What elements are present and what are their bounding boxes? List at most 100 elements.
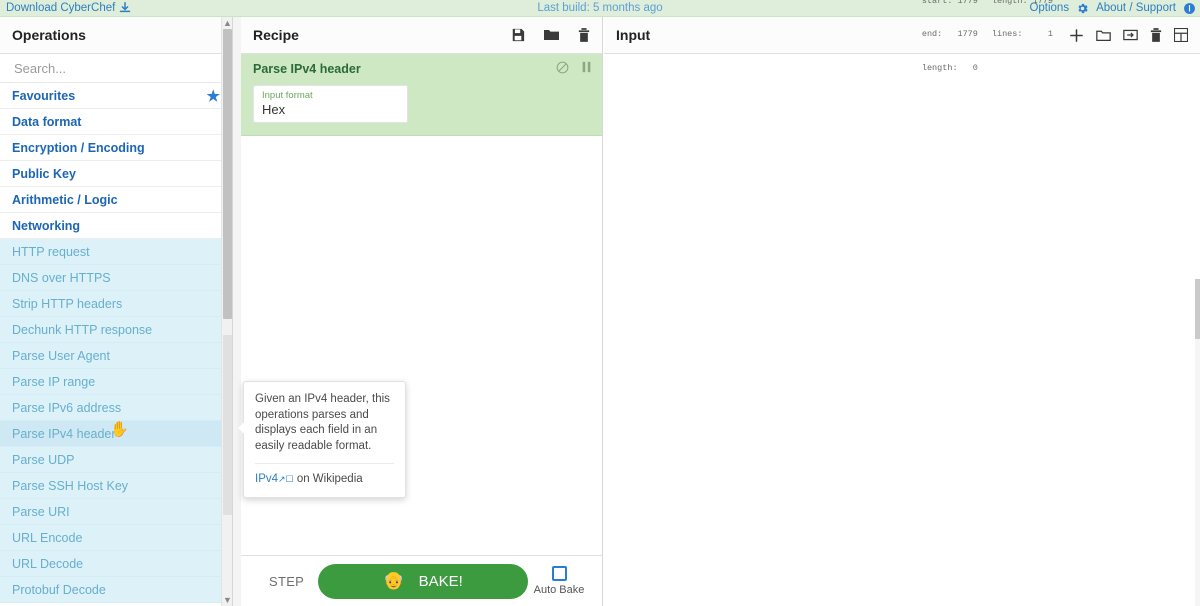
clear-icon[interactable] xyxy=(1150,28,1162,42)
info-icon[interactable] xyxy=(1183,2,1196,15)
disable-icon[interactable] xyxy=(556,61,569,74)
favourites-label: Favourites xyxy=(12,88,76,103)
operation-parse-user-agent[interactable]: Parse User Agent xyxy=(0,343,232,369)
operation-label: Parse IPv4 header xyxy=(12,426,116,441)
cyberchef-app: Download CyberChef Last build: 5 months … xyxy=(0,0,1200,606)
scrollbar-thumb-secondary[interactable] xyxy=(223,335,232,515)
operation-protobuf-decode[interactable]: Protobuf Decode xyxy=(0,577,232,603)
operations-title: Operations xyxy=(0,17,232,54)
operation-url-decode[interactable]: URL Decode xyxy=(0,551,232,577)
scroll-up-icon[interactable]: ▲ xyxy=(222,17,233,29)
operation-label: Dechunk HTTP response xyxy=(12,322,153,337)
operation-parse-ip-range[interactable]: Parse IP range xyxy=(0,369,232,395)
operation-parse-uri[interactable]: Parse URI xyxy=(0,499,232,525)
operation-label: HTTP request xyxy=(12,244,90,259)
operation-label: Parse IP range xyxy=(12,374,96,389)
open-as-input-icon[interactable] xyxy=(1123,28,1138,42)
length-label: length: xyxy=(991,0,1028,6)
recipe-panel: Recipe Parse IPv4 header Input format He… xyxy=(241,17,603,606)
sidebar-item-public-key[interactable]: Public Key xyxy=(0,161,232,187)
pause-icon[interactable] xyxy=(581,61,592,74)
input-title: Input xyxy=(616,27,651,43)
lines-value: 1 xyxy=(1047,29,1053,40)
about-support-link[interactable]: About / Support xyxy=(1096,2,1176,14)
star-icon: ★ xyxy=(206,87,220,105)
operation-label: Parse UDP xyxy=(12,452,75,467)
start-value: 1779 xyxy=(957,0,978,6)
operation-label: DNS over HTTPS xyxy=(12,270,111,285)
io-panel: Input start: 1779 end: 1779 length: 0 lengt… xyxy=(604,0,1200,606)
operation-label: Strip HTTP headers xyxy=(12,296,123,311)
tooltip-divider xyxy=(255,463,394,465)
sidebar-item-encryption-encoding[interactable]: Encryption / Encoding xyxy=(0,135,232,161)
input-format-value[interactable]: Hex xyxy=(262,102,399,117)
auto-bake-control[interactable]: Auto Bake xyxy=(528,566,590,596)
recipe-title: Recipe xyxy=(253,27,299,43)
operation-label: Parse User Agent xyxy=(12,348,110,363)
operation-label: URL Encode xyxy=(12,530,83,545)
operation-parse-ipv6-address[interactable]: Parse IPv6 address xyxy=(0,395,232,421)
operation-http-request[interactable]: HTTP request xyxy=(0,239,232,265)
sel-length-label: length: xyxy=(921,63,958,74)
operation-parse-ssh-host-key[interactable]: Parse SSH Host Key xyxy=(0,473,232,499)
operation-tooltip: Given an IPv4 header, this operations pa… xyxy=(238,381,406,498)
scrollbar-thumb[interactable] xyxy=(1195,279,1200,339)
category-label: Arithmetic / Logic xyxy=(12,192,118,207)
input-toolbar xyxy=(1069,28,1188,43)
input-size-meta: length: 1779 lines: 1 xyxy=(992,0,1053,97)
operation-dns-over-https[interactable]: DNS over HTTPS xyxy=(0,265,232,291)
output-vertical-scrollbar[interactable] xyxy=(1195,279,1200,606)
sidebar-item-networking[interactable]: Networking xyxy=(0,213,232,239)
sel-length-value: 0 xyxy=(972,63,978,74)
step-button[interactable]: STEP xyxy=(253,574,318,589)
reset-layout-icon[interactable] xyxy=(1174,28,1188,42)
input-meta: start: 1779 end: 1779 length: 0 length: 1779… xyxy=(922,0,1053,97)
operation-url-encode[interactable]: URL Encode xyxy=(0,525,232,551)
auto-bake-label: Auto Bake xyxy=(533,584,585,596)
folder-icon[interactable] xyxy=(544,28,559,42)
operation-parse-ipv4-header[interactable]: Parse IPv4 header xyxy=(0,421,232,447)
end-label: end: xyxy=(921,29,943,40)
lines-label: lines: xyxy=(991,29,1023,40)
search-row[interactable] xyxy=(0,54,232,83)
bake-button-label: BAKE! xyxy=(418,572,463,590)
recipe-operation-parse-ipv4-header[interactable]: Parse IPv4 header Input format Hex xyxy=(241,54,602,136)
scrollbar-thumb[interactable] xyxy=(223,29,232,319)
bake-button[interactable]: 👴 BAKE! xyxy=(318,563,528,599)
splitter-operations-recipe[interactable] xyxy=(233,17,241,606)
start-label: start: xyxy=(921,0,953,6)
sidebar-item-data-format[interactable]: Data format xyxy=(0,109,232,135)
category-label: Networking xyxy=(12,218,81,233)
chef-icon: 👴 xyxy=(383,571,405,590)
operations-scrollbar[interactable]: ▲ ▼ xyxy=(221,17,232,606)
input-format-field[interactable]: Input format Hex xyxy=(253,85,408,123)
search-input[interactable] xyxy=(12,59,220,77)
operation-parse-udp[interactable]: Parse UDP xyxy=(0,447,232,473)
sidebar-item-favourites[interactable]: Favourites ★ xyxy=(0,83,232,109)
operations-panel: Operations Favourites ★ Data format Encr… xyxy=(0,17,233,606)
save-icon[interactable] xyxy=(511,28,525,42)
gear-icon[interactable] xyxy=(1076,2,1089,15)
input-format-label: Input format xyxy=(262,90,313,101)
category-label: Data format xyxy=(12,114,82,129)
auto-bake-checkbox[interactable] xyxy=(551,566,567,581)
operation-label: Parse SSH Host Key xyxy=(12,478,129,493)
input-selection-meta: start: 1779 end: 1779 length: 0 xyxy=(922,0,978,97)
add-tab-icon[interactable] xyxy=(1069,28,1084,43)
tooltip-description: Given an IPv4 header, this operations pa… xyxy=(255,393,390,452)
operation-strip-http-headers[interactable]: Strip HTTP headers xyxy=(0,291,232,317)
tooltip-wikipedia-link[interactable]: IPv4 xyxy=(255,473,278,485)
trash-icon[interactable] xyxy=(578,28,590,42)
bake-bar: STEP 👴 BAKE! Auto Bake xyxy=(241,555,602,606)
recipe-title-bar: Recipe xyxy=(241,17,602,54)
operation-label: Parse IPv6 address xyxy=(12,400,122,415)
recipe-operation-title: Parse IPv4 header xyxy=(253,62,361,76)
open-folder-icon[interactable] xyxy=(1096,28,1111,42)
end-value: 1779 xyxy=(957,29,978,40)
external-link-icon: ↗☐ xyxy=(278,474,294,485)
tooltip-link-suffix: on Wikipedia xyxy=(293,473,363,486)
scroll-down-icon[interactable]: ▼ xyxy=(222,594,233,606)
category-label: Encryption / Encoding xyxy=(12,140,145,155)
operation-dechunk-http-response[interactable]: Dechunk HTTP response xyxy=(0,317,232,343)
sidebar-item-arithmetic-logic[interactable]: Arithmetic / Logic xyxy=(0,187,232,213)
